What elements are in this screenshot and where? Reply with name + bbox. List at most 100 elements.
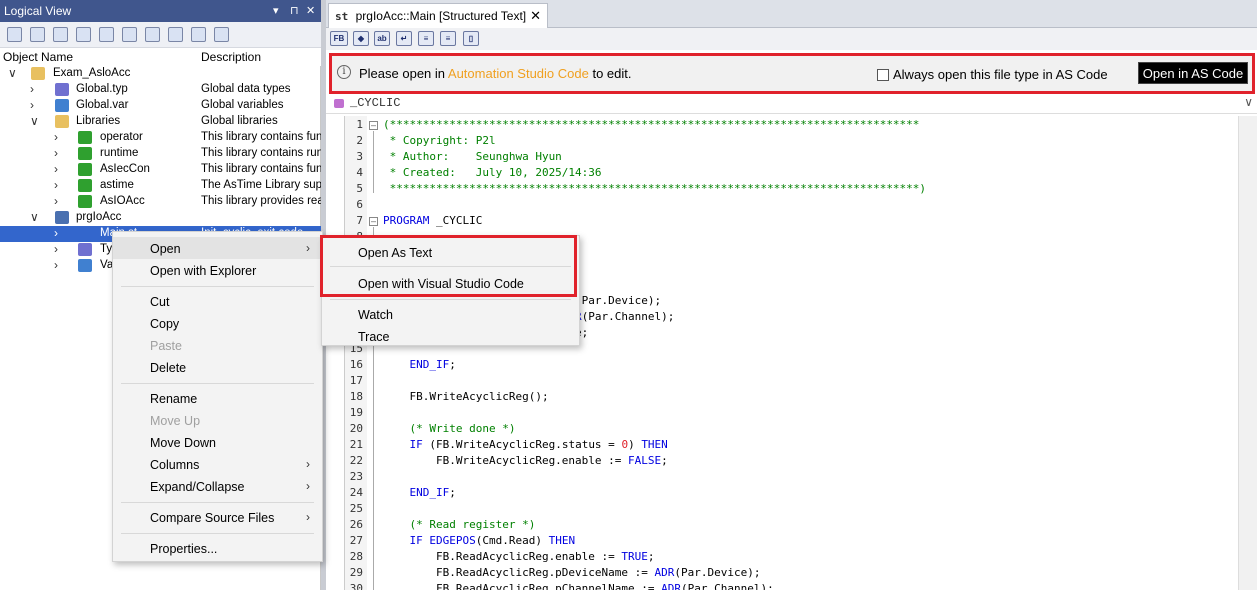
text-format-icon[interactable]: ab — [374, 31, 390, 46]
pane-title: Logical View — [4, 4, 72, 18]
code-line: FB.ReadAcyclicReg.pChannelName := ADR(Pa… — [383, 582, 774, 590]
toolbar-variables-icon[interactable] — [99, 27, 114, 42]
menu-item-rename[interactable]: Rename — [113, 387, 322, 409]
tree-row[interactable]: ∨ prgIoAcc — [0, 210, 321, 226]
banner-suffix: to edit. — [588, 66, 632, 81]
menu-item-open[interactable]: Open › — [113, 237, 322, 259]
expander-icon[interactable]: › — [54, 162, 58, 176]
menu-item-expand-collapse[interactable]: Expand/Collapse › — [113, 475, 322, 497]
menu-item-compare-source-files[interactable]: Compare Source Files › — [113, 506, 322, 528]
toolbar-grid-icon[interactable] — [30, 27, 45, 42]
page-icon[interactable]: ▯ — [463, 31, 479, 46]
code-editor[interactable]: 1234567891011121314151617181920212223242… — [344, 116, 1257, 590]
menu-item-cut[interactable]: Cut — [113, 290, 322, 312]
line-number: 23 — [349, 470, 363, 483]
expander-icon[interactable]: › — [54, 242, 58, 256]
toolbar-edit-icon[interactable] — [145, 27, 160, 42]
library-icon — [78, 195, 92, 208]
tree-row[interactable]: ∨ Libraries Global libraries — [0, 114, 321, 130]
close-icon[interactable]: ✕ — [306, 4, 315, 17]
code-line: (***************************************… — [383, 118, 920, 131]
tree-row[interactable]: › runtime This library contains runtin — [0, 146, 321, 162]
expander-icon[interactable]: › — [54, 226, 58, 240]
code-line: FB.WriteAcyclicReg(); — [383, 390, 549, 403]
fold-toggle-icon[interactable]: – — [369, 121, 378, 130]
expander-icon[interactable]: › — [54, 178, 58, 192]
open-in-as-code-button[interactable]: Open in AS Code — [1138, 62, 1248, 84]
line-number: 22 — [349, 454, 363, 467]
expander-icon[interactable]: ∨ — [30, 210, 39, 224]
tree-row[interactable]: › operator This library contains funct — [0, 130, 321, 146]
expander-icon[interactable]: › — [30, 98, 34, 112]
expander-icon[interactable]: › — [54, 130, 58, 144]
wrap-icon[interactable]: ↵ — [396, 31, 412, 46]
indent-icon[interactable]: ≡ — [418, 31, 434, 46]
menu-item-label: Copy — [150, 317, 180, 331]
column-description[interactable]: Description — [201, 50, 261, 64]
toolbar-help-icon[interactable] — [53, 27, 68, 42]
code-line: END_IF; — [409, 486, 456, 499]
tree-row[interactable]: › Global.typ Global data types — [0, 82, 321, 98]
menu-item-label: Open with Explorer — [150, 264, 257, 278]
code-line: ****************************************… — [383, 182, 927, 195]
outdent-icon[interactable]: ≡ — [440, 31, 456, 46]
pane-menu-icon[interactable]: ▾ — [273, 4, 279, 17]
tree-item-name: prgIoAcc — [76, 211, 122, 223]
menu-item-move-down[interactable]: Move Down — [113, 431, 322, 453]
tab-close-icon[interactable]: ✕ — [530, 8, 541, 24]
column-object-name[interactable]: Object Name — [3, 50, 73, 64]
tree-item-name: astime — [100, 179, 134, 191]
program-selector[interactable]: _CYCLIC ∨ — [326, 94, 1257, 114]
expander-icon[interactable]: › — [54, 146, 58, 160]
code-line: IF (FB.WriteAcyclicReg.status = 0) THEN — [409, 438, 668, 451]
menu-item-label: Properties... — [150, 542, 218, 556]
toolbar-library-icon[interactable] — [191, 27, 206, 42]
toolbar-link-icon[interactable] — [168, 27, 183, 42]
submenu-item-watch[interactable]: Watch — [322, 303, 579, 325]
tab-bar: st prgIoAcc::Main [Structured Text] ✕ — [326, 0, 1257, 28]
expander-icon[interactable]: ∨ — [30, 114, 39, 128]
insert-icon[interactable]: ◆ — [353, 31, 369, 46]
tree-item-name: operator — [100, 131, 143, 143]
tree-item-name: Ty — [100, 243, 113, 255]
toolbar-types-icon[interactable] — [76, 27, 91, 42]
menu-item-columns[interactable]: Columns › — [113, 453, 322, 475]
expander-icon[interactable]: › — [54, 194, 58, 208]
submenu-item-trace[interactable]: Trace — [322, 325, 579, 347]
fold-toggle-icon[interactable]: – — [369, 217, 378, 226]
always-open-label[interactable]: Always open this file type in AS Code — [893, 67, 1108, 82]
pin-icon[interactable]: ⊓ — [290, 4, 299, 17]
tree-row[interactable]: › Global.var Global variables — [0, 98, 321, 114]
function-block-icon[interactable]: FB — [330, 31, 348, 46]
menu-item-properties[interactable]: Properties... — [113, 537, 322, 559]
line-number: 2 — [356, 134, 363, 147]
code-line: END_IF; — [409, 358, 456, 371]
toolbar-tool-icon[interactable] — [214, 27, 229, 42]
column-headers: Object Name Description — [0, 48, 321, 66]
tree-item-name: Global.var — [76, 99, 129, 111]
tree-row[interactable]: › astime The AsTime Library suppo — [0, 178, 321, 194]
automation-studio-code-link[interactable]: Automation Studio Code — [448, 66, 589, 81]
expander-icon[interactable]: › — [54, 258, 58, 272]
tree-row[interactable]: › AsIOAcc This library provides read — [0, 194, 321, 210]
tree-row[interactable]: › AsIecCon This library contains funct — [0, 162, 321, 178]
menu-item-delete[interactable]: Delete — [113, 356, 322, 378]
tree-row[interactable]: ∨ Exam_AsloAcc — [0, 66, 321, 82]
code-line: FB.ReadAcyclicReg.enable := TRUE; — [383, 550, 655, 563]
code-line: FB.ReadAcyclicReg.pDeviceName := ADR(Par… — [383, 566, 761, 579]
expander-icon[interactable]: › — [30, 82, 34, 96]
menu-item-copy[interactable]: Copy — [113, 312, 322, 334]
menu-item-open-with-explorer[interactable]: Open with Explorer — [113, 259, 322, 281]
toolbar-add-icon[interactable] — [122, 27, 137, 42]
library-icon — [78, 163, 92, 176]
expander-icon[interactable]: ∨ — [8, 66, 17, 80]
vertical-scrollbar[interactable] — [1238, 116, 1257, 590]
chevron-down-icon[interactable]: ∨ — [1244, 95, 1253, 109]
always-open-checkbox[interactable] — [877, 69, 889, 81]
tree-item-name: AsIecCon — [100, 163, 150, 175]
line-number: 28 — [349, 550, 363, 563]
program-icon — [55, 211, 69, 224]
toolbar-properties-icon[interactable] — [7, 27, 22, 42]
tree-item-description: This library contains runtin — [201, 147, 321, 159]
tab-main-st[interactable]: st prgIoAcc::Main [Structured Text] ✕ — [328, 3, 548, 28]
